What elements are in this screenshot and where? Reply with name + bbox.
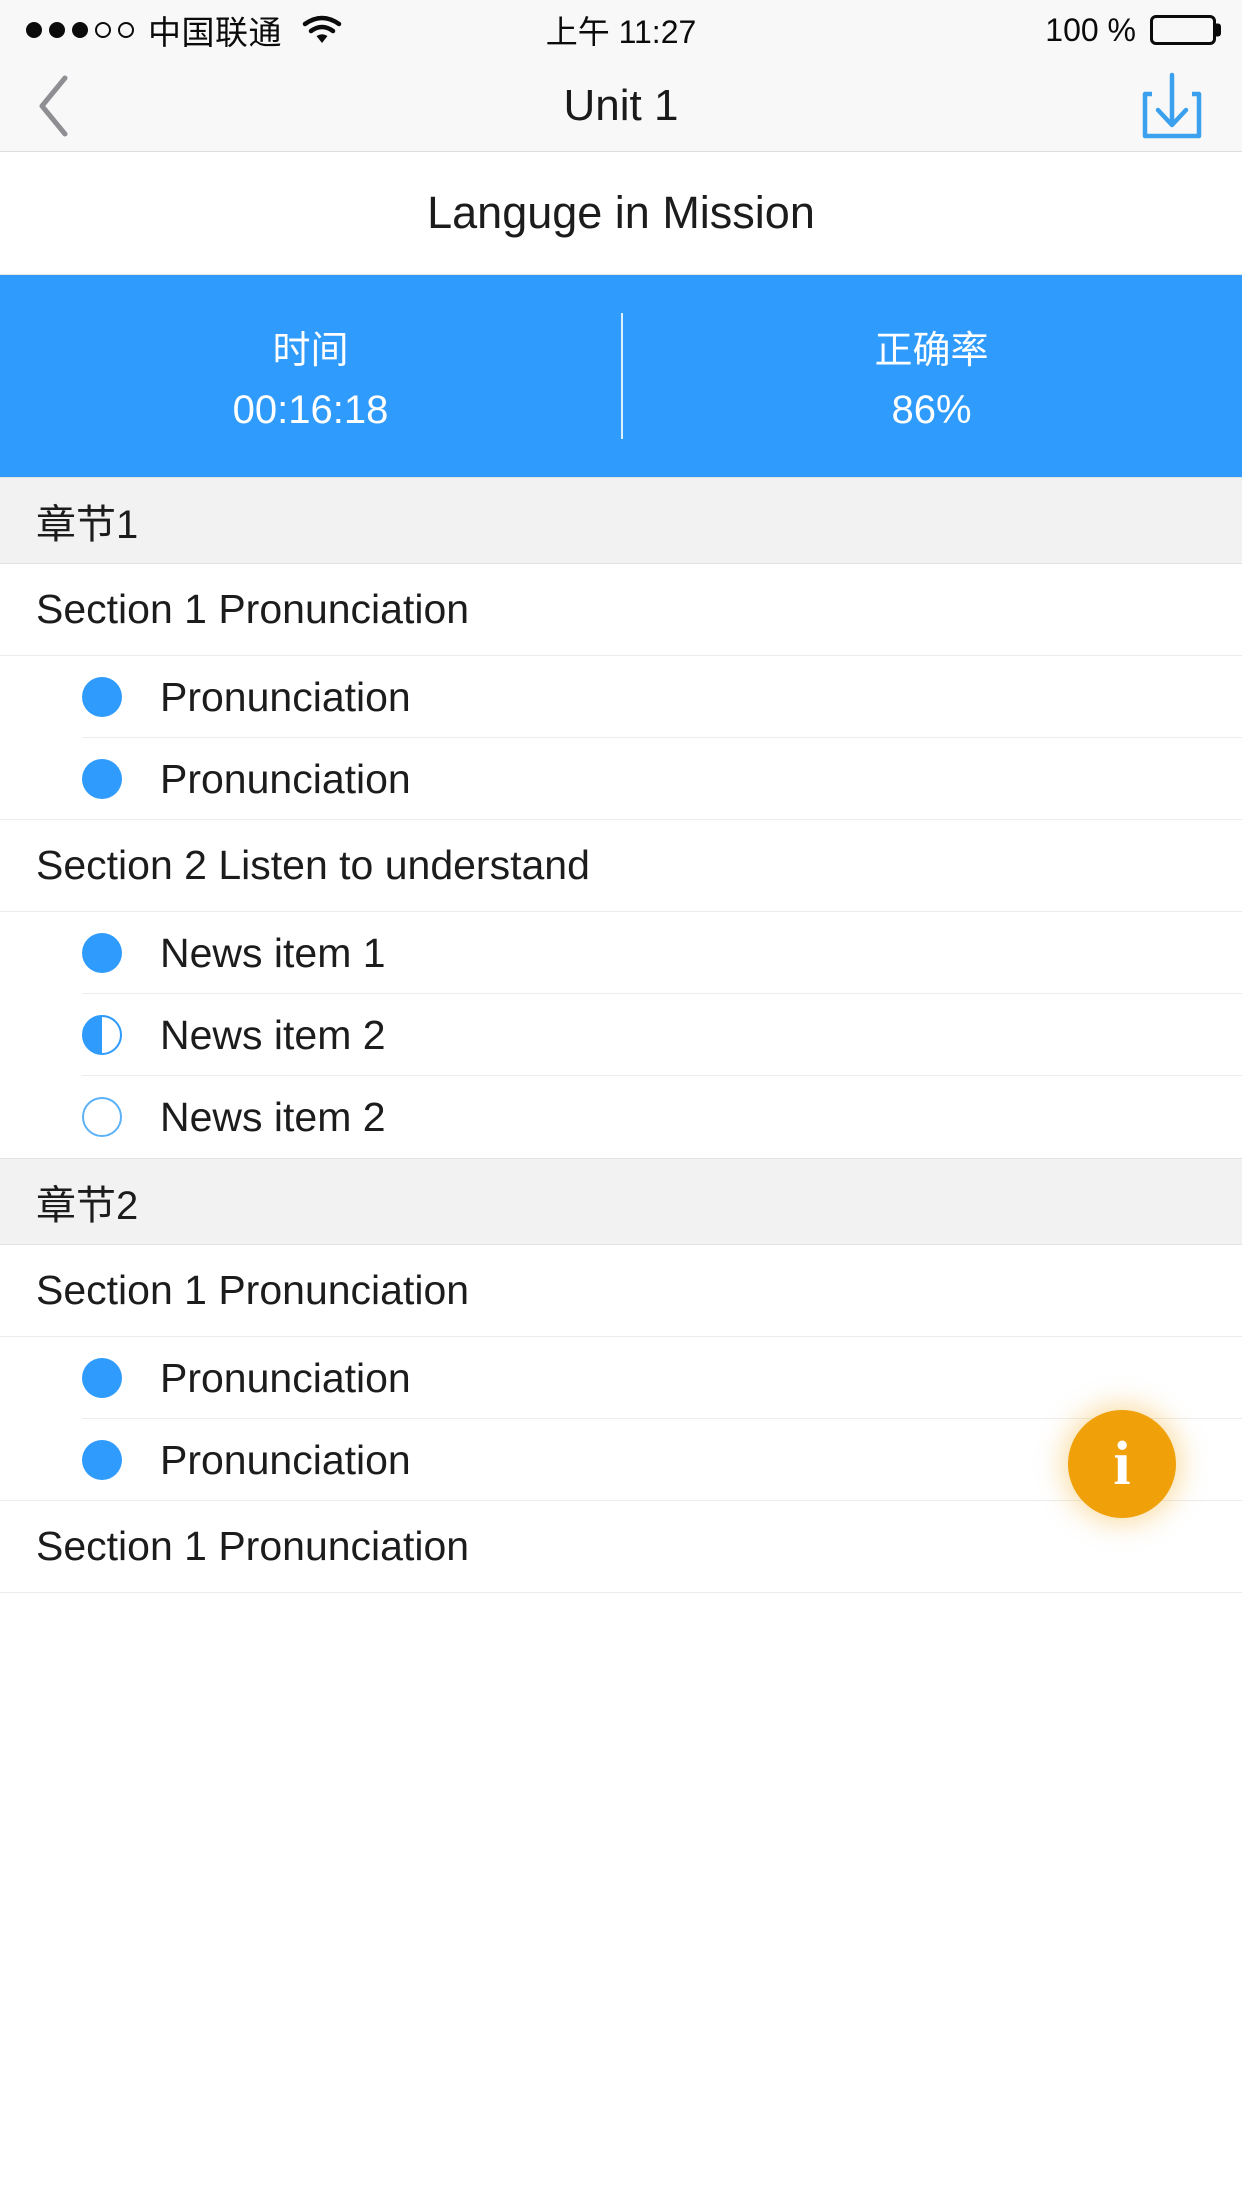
stat-time: 时间 00:16:18 [0,275,621,477]
navigation-bar: Unit 1 [0,60,1242,152]
section-row[interactable]: Section 2 Listen to understand [0,820,1242,912]
download-button[interactable] [1136,70,1208,142]
stat-accuracy-label: 正确率 [874,319,988,374]
status-bar-right: 100 % [1045,12,1216,49]
lesson-row[interactable]: Pronunciation [0,656,1242,738]
lesson-label: News item 2 [160,1094,386,1141]
app-screen: 中国联通 上午 11:27 100 % Unit 1 [0,0,1242,2208]
stats-bar: 时间 00:16:18 正确率 86% [0,275,1242,477]
chevron-left-icon [34,72,74,140]
status-done-icon [82,1440,122,1480]
section-row[interactable]: Section 1 Pronunciation [0,1501,1242,1593]
lesson-row[interactable]: News item 1 [0,912,1242,994]
status-done-icon [82,677,122,717]
chapter-header: 章节1 [0,477,1242,564]
signal-strength-icon [26,22,134,38]
lesson-label: News item 2 [160,1012,386,1059]
stat-time-label: 时间 [272,319,348,374]
carrier-name: 中国联通 [148,6,282,54]
stat-accuracy: 正确率 86% [621,275,1242,477]
page-title: Unit 1 [0,81,1242,131]
lesson-row[interactable]: News item 2 [0,994,1242,1076]
battery-percent-label: 100 % [1045,12,1136,49]
signal-dot-filled [72,22,88,38]
info-button[interactable]: i [1068,1410,1176,1518]
lesson-list: 章节1Section 1 PronunciationPronunciationP… [0,477,1242,1593]
status-done-icon [82,759,122,799]
lesson-row[interactable]: Pronunciation [0,738,1242,820]
stat-accuracy-value: 86% [891,388,971,433]
signal-dot-empty [95,22,111,38]
stat-time-value: 00:16:18 [233,388,389,433]
lesson-label: Pronunciation [160,756,411,803]
status-bar: 中国联通 上午 11:27 100 % [0,0,1242,60]
section-row[interactable]: Section 1 Pronunciation [0,564,1242,656]
lesson-label: Pronunciation [160,674,411,721]
lesson-row[interactable]: News item 2 [0,1076,1242,1158]
chapter-header: 章节2 [0,1158,1242,1245]
status-todo-icon [82,1097,122,1137]
lesson-label: Pronunciation [160,1437,411,1484]
info-icon: i [1113,1433,1130,1495]
download-icon [1136,70,1208,142]
stats-divider [621,313,623,439]
status-bar-left: 中国联通 [26,6,342,54]
signal-dot-filled [49,22,65,38]
course-title: Languge in Mission [0,152,1242,275]
lesson-label: News item 1 [160,930,386,977]
status-done-icon [82,933,122,973]
back-button[interactable] [34,71,104,141]
lesson-label: Pronunciation [160,1355,411,1402]
status-done-icon [82,1358,122,1398]
lesson-row[interactable]: Pronunciation [0,1337,1242,1419]
section-row[interactable]: Section 1 Pronunciation [0,1245,1242,1337]
status-partial-icon [82,1015,122,1055]
battery-icon [1150,15,1216,45]
lesson-row[interactable]: Pronunciation [0,1419,1242,1501]
signal-dot-filled [26,22,42,38]
signal-dot-empty [118,22,134,38]
wifi-icon [302,15,342,45]
